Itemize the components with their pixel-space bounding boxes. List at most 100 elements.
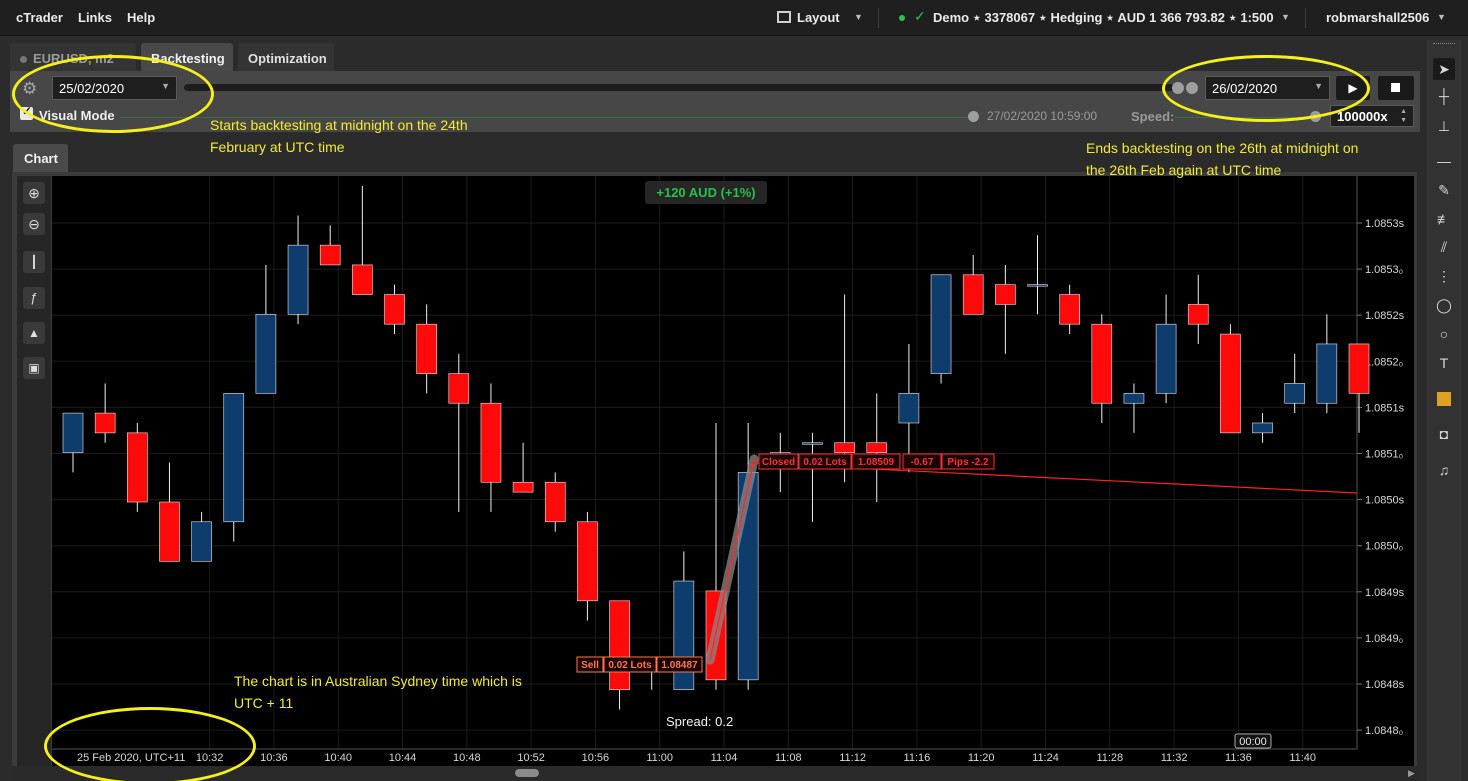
x-tick-label: 11:00 xyxy=(646,752,673,764)
candle-body xyxy=(930,274,952,374)
closed-trade-pnl: -0.67 xyxy=(911,457,934,468)
menu-links[interactable]: Links xyxy=(78,10,112,25)
tab-chart[interactable]: Chart xyxy=(13,144,68,172)
layout-button[interactable]: Layout xyxy=(797,10,840,25)
layout-dropdown-icon[interactable]: ▼ xyxy=(854,12,863,22)
zoom-out-icon[interactable]: ⊖ xyxy=(23,213,45,235)
candle-body xyxy=(544,481,566,523)
candle-body xyxy=(62,412,84,453)
current-backtest-time: 27/02/2020 10:59:00 xyxy=(987,109,1098,123)
y-tick-label: 1.0850₀ xyxy=(1365,541,1403,553)
start-date-highlight xyxy=(12,55,214,133)
candle-body xyxy=(898,393,920,424)
speed-value: 100000x xyxy=(1337,109,1388,124)
zoom-in-icon[interactable]: ⊕ xyxy=(23,182,45,204)
account-info[interactable]: Demo ⋆ 3378067 ⋆ Hedging ⋆ AUD 1 366 793… xyxy=(933,10,1274,26)
chart-settings-icon[interactable]: ▣ xyxy=(23,357,45,379)
candle-body xyxy=(127,432,148,503)
candle-body xyxy=(1155,323,1177,394)
candle-body xyxy=(1220,333,1241,434)
user-dropdown-icon[interactable]: ▼ xyxy=(1437,12,1446,22)
menu-help[interactable]: Help xyxy=(127,10,155,25)
annotation-line: UTC + 11 xyxy=(234,695,294,711)
candle-body xyxy=(352,264,373,295)
candle-body xyxy=(191,521,212,562)
x-tick-label: 11:04 xyxy=(711,752,738,764)
alert-bell-icon[interactable]: ♫ xyxy=(1435,461,1453,479)
closed-trade-status: Closed xyxy=(762,457,795,468)
y-tick-label: 1.0850s xyxy=(1365,495,1405,507)
color-swatch-icon[interactable] xyxy=(1437,392,1451,406)
start-annotation: Starts backtesting at midnight on the 24… xyxy=(210,114,468,158)
x-tick-label: 11:08 xyxy=(775,752,802,764)
candle-body xyxy=(1284,383,1305,404)
x-tick-label: 11:36 xyxy=(1225,752,1252,764)
visual-progress-handle[interactable] xyxy=(968,111,979,122)
account-dropdown-icon[interactable]: ▼ xyxy=(1281,12,1290,22)
ellipse-icon[interactable]: ◯ xyxy=(1435,296,1453,314)
x-tick-label: 11:16 xyxy=(904,752,931,764)
y-tick-label: 1.0851s xyxy=(1365,402,1405,414)
closed-trade-lots: 0.02 Lots xyxy=(803,457,847,468)
indicators-icon[interactable]: ƒ xyxy=(23,287,45,309)
annotation-line: The chart is in Australian Sydney time w… xyxy=(234,673,522,689)
menu-ctrader[interactable]: cTrader xyxy=(16,10,63,25)
spread-label: Spread: 0.2 xyxy=(666,714,733,729)
templates-icon[interactable]: ▲ xyxy=(23,322,45,344)
timezone-highlight xyxy=(44,707,256,781)
time-marker: 00:00 xyxy=(1239,736,1267,748)
horizontal-line-icon[interactable]: — xyxy=(1435,152,1453,170)
measure-icon[interactable]: ⊥ xyxy=(1435,117,1453,135)
candle-body xyxy=(384,294,405,325)
candle-body xyxy=(1187,304,1209,325)
candle-body xyxy=(1316,343,1338,404)
candle-body xyxy=(995,284,1016,305)
scrollbar-thumb[interactable] xyxy=(515,769,539,777)
candle-body xyxy=(1027,284,1048,287)
annotation-line: February at UTC time xyxy=(210,139,345,155)
trade-arrow-icon: ← xyxy=(746,457,757,469)
y-tick-label: 1.0852s xyxy=(1365,310,1405,322)
stop-button[interactable] xyxy=(1378,76,1414,100)
x-tick-label: 10:36 xyxy=(260,752,288,764)
candle-body xyxy=(223,393,245,523)
x-tick-label: 11:20 xyxy=(968,752,995,764)
fib-extension-icon[interactable]: ⋮ xyxy=(1435,267,1453,285)
fibonacci-icon[interactable]: ≢ xyxy=(1435,210,1453,228)
toolbar-grip xyxy=(1433,43,1455,46)
text-icon[interactable]: T xyxy=(1435,354,1453,372)
end-annotation: Ends backtesting on the 26th at midnight… xyxy=(1086,137,1358,181)
camera-icon[interactable]: ◘ xyxy=(1435,425,1453,443)
timezone-annotation: The chart is in Australian Sydney time w… xyxy=(234,670,522,714)
x-tick-label: 10:52 xyxy=(517,752,545,764)
candle-body xyxy=(962,274,984,315)
separator xyxy=(878,8,879,28)
crosshair-icon[interactable]: ┼ xyxy=(1435,87,1453,105)
annotation-line: Ends backtesting on the 26th at midnight… xyxy=(1086,140,1359,156)
x-tick-label: 11:12 xyxy=(839,752,866,764)
y-tick-label: 1.0852₀ xyxy=(1365,356,1403,368)
pencil-icon[interactable]: ✎ xyxy=(1435,181,1453,199)
x-tick-label: 11:40 xyxy=(1289,752,1316,764)
annotation-line: the 26th Feb again at UTC time xyxy=(1086,162,1282,178)
circle-icon[interactable]: ○ xyxy=(1435,325,1453,343)
backtest-progress-bar[interactable] xyxy=(184,84,1174,91)
y-tick-label: 1.0848₀ xyxy=(1365,725,1403,737)
candle-body xyxy=(319,244,341,266)
candle-body xyxy=(416,323,437,374)
tab-optimization[interactable]: Optimization xyxy=(238,43,334,71)
y-tick-label: 1.0849₀ xyxy=(1365,633,1403,645)
open-trade-side: Sell xyxy=(581,660,599,671)
check-icon: ✓ xyxy=(914,8,926,24)
separator xyxy=(1305,8,1306,28)
stepper-icon[interactable]: ▲ ▼ xyxy=(1400,107,1407,125)
candle-body xyxy=(609,600,630,691)
channel-icon[interactable]: ⫽ xyxy=(1435,238,1453,256)
scroll-right-icon[interactable]: ▶ xyxy=(1408,768,1415,779)
cursor-arrow-icon[interactable]: ➤ xyxy=(1433,58,1455,80)
x-tick-label: 10:56 xyxy=(582,752,610,764)
candle-body xyxy=(1348,343,1370,394)
open-trade-lots: 0.02 Lots xyxy=(608,660,652,671)
username[interactable]: robmarshall2506 xyxy=(1326,10,1429,25)
chart-type-icon[interactable]: ┃ xyxy=(23,251,45,273)
